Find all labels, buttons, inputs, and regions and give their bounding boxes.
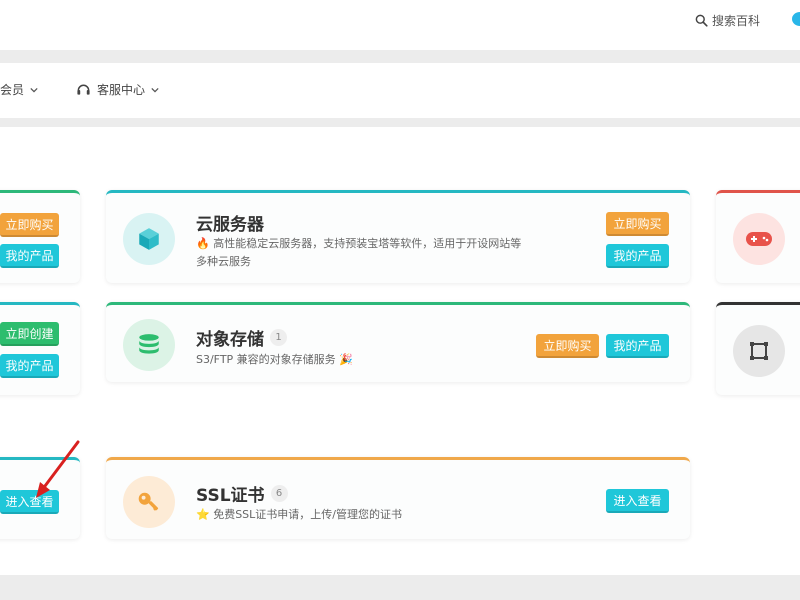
card-left-mid: 立即创建 我的产品 [0,302,80,395]
headset-icon [77,84,90,95]
search-link[interactable]: 搜索百科 [695,10,760,30]
card-right-top [716,190,800,283]
card-right-mid [716,302,800,395]
card-object-storage: 对象存储 1 S3/FTP 兼容的对象存储服务 🎉 立即购买 我的产品 [106,302,690,382]
nav-item-support[interactable]: 客服中心 [76,81,159,98]
nav-item-member[interactable]: 会员 [0,81,38,98]
card-title: SSL证书 6 [196,481,288,506]
buy-button[interactable]: 立即购买 [0,213,59,237]
card-ssl: SSL证书 6 ⭐ 免费SSL证书申请，上传/管理您的证书 进入查看 [106,457,690,539]
card-title-text: SSL证书 [196,486,265,506]
nav-item-label: 客服中心 [97,83,146,97]
key-icon [123,476,175,528]
my-products-button[interactable]: 我的产品 [606,334,669,358]
cube-icon [123,213,175,265]
card-title: 对象存储 1 [196,325,287,350]
gamepad-icon [733,213,785,265]
count-badge: 6 [270,485,288,502]
annotation-arrow-icon [36,440,80,498]
my-products-button[interactable]: 我的产品 [0,244,59,268]
cloud-icon[interactable] [792,12,800,26]
my-products-button[interactable]: 我的产品 [606,244,669,268]
view-button[interactable]: 进入查看 [606,489,669,513]
description-line: 🔥 高性能稳定云服务器，支持预装宝塔等软件，适用于开设网站等 [196,237,522,250]
database-icon [123,319,175,371]
card-left-top: 立即购买 我的产品 [0,190,80,283]
nav-item-label: 会员 [0,83,25,97]
card-title-text: 对象存储 [196,330,264,350]
description-line: 多种云服务 [196,255,251,268]
buy-button[interactable]: 立即购买 [606,212,669,236]
card-cloud-server: 云服务器 🔥 高性能稳定云服务器，支持预装宝塔等软件，适用于开设网站等 多种云服… [106,190,690,283]
chevron-down-icon [30,87,38,92]
card-title: 云服务器 [196,215,264,235]
nav-bar: 会员 客服中心 [0,63,800,118]
card-description: 🔥 高性能稳定云服务器，支持预装宝塔等软件，适用于开设网站等 多种云服务 [196,235,576,271]
buy-button[interactable]: 立即购买 [536,334,599,358]
chevron-down-icon [151,87,159,92]
search-label: 搜索百科 [712,13,761,28]
card-description: S3/FTP 兼容的对象存储服务 🎉 [196,353,353,366]
my-products-button[interactable]: 我的产品 [0,354,59,378]
top-bar: 搜索百科 [0,0,800,50]
create-button[interactable]: 立即创建 [0,322,59,346]
crop-square-icon [733,325,785,377]
card-description: ⭐ 免费SSL证书申请，上传/管理您的证书 [196,508,402,521]
search-icon [695,14,708,27]
count-badge: 1 [270,329,287,346]
